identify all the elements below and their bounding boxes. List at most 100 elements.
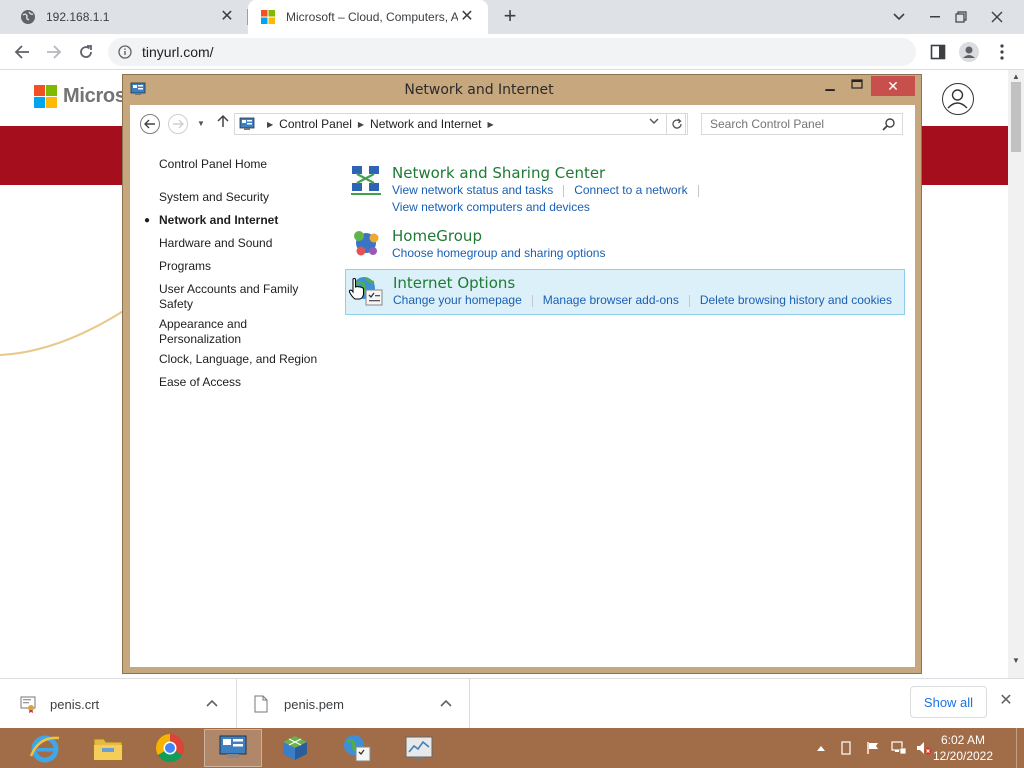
download-item-pem[interactable]: penis.pem — [254, 679, 468, 729]
taskbar: 6:02 AM 12/20/2022 — [0, 728, 1024, 768]
homegroup-icon — [349, 226, 383, 260]
tab-router[interactable]: 192.168.1.1 ✕ — [8, 0, 248, 34]
category-links: View network computers and devices — [392, 200, 590, 214]
address-dropdown-icon[interactable] — [649, 117, 659, 128]
breadcrumb-network-internet[interactable]: Network and Internet — [370, 117, 481, 131]
nav-network-internet[interactable]: ● Network and Internet — [144, 213, 329, 228]
scroll-up-icon[interactable]: ▲ — [1012, 72, 1020, 81]
nav-clock-language[interactable]: Clock, Language, and Region — [159, 352, 329, 367]
nav-control-panel-home[interactable]: Control Panel Home — [159, 157, 329, 172]
control-panel-taskbar-icon[interactable] — [204, 729, 262, 767]
nav-system-security[interactable]: System and Security — [159, 190, 329, 205]
microsoft-squares-icon — [34, 85, 57, 108]
category-title[interactable]: Internet Options — [393, 274, 515, 292]
window-title-bar[interactable]: Network and Internet ▁ ✕ — [123, 75, 921, 105]
breadcrumb-chevron-icon[interactable]: ▶ — [267, 120, 273, 129]
tab-close-icon[interactable]: ✕ — [458, 8, 476, 26]
search-icon[interactable] — [882, 117, 896, 131]
control-panel-window: Network and Internet ▁ ✕ ▼ ▶ Control Pan… — [122, 74, 922, 674]
category-links: Change your homepage Manage browser add-o… — [393, 293, 892, 307]
download-item-crt[interactable]: penis.crt — [20, 679, 234, 729]
restore-icon[interactable] — [943, 0, 979, 34]
tab-title: 192.168.1.1 — [46, 10, 110, 24]
category-title[interactable]: Network and Sharing Center — [392, 164, 605, 182]
nav-hardware-sound[interactable]: Hardware and Sound — [159, 236, 329, 251]
back-button[interactable] — [140, 114, 160, 134]
nav-programs[interactable]: Programs — [159, 259, 329, 274]
tray-tablet-icon[interactable] — [838, 738, 854, 758]
nav-appearance[interactable]: Appearance and Personalization — [159, 317, 269, 347]
back-arrow-icon[interactable] — [10, 40, 34, 64]
tab-close-icon[interactable]: ✕ — [218, 8, 236, 26]
account-avatar-icon[interactable] — [942, 83, 974, 115]
file-explorer-icon[interactable] — [79, 729, 137, 767]
recent-locations-chevron-icon[interactable]: ▼ — [197, 119, 205, 128]
category-homegroup: HomeGroup Choose homegroup and sharing o… — [345, 222, 905, 264]
link-view-network-computers[interactable]: View network computers and devices — [392, 200, 590, 214]
decorative-curve — [0, 307, 129, 356]
system-clock[interactable]: 6:02 AM 12/20/2022 — [930, 732, 996, 764]
window-title: Network and Internet — [404, 82, 554, 98]
file-icon — [254, 695, 270, 713]
show-all-button[interactable]: Show all — [910, 686, 987, 718]
chevron-up-icon[interactable] — [440, 698, 452, 710]
forward-button[interactable] — [168, 114, 188, 134]
active-bullet-icon: ● — [144, 215, 151, 226]
close-window-icon[interactable] — [979, 0, 1015, 34]
tab-search-chevron-icon[interactable] — [881, 0, 917, 34]
link-change-homepage[interactable]: Change your homepage — [393, 293, 522, 307]
network-app-icon[interactable] — [266, 729, 324, 767]
url-text: tinyurl.com/ — [142, 44, 214, 60]
forward-arrow-icon[interactable] — [42, 40, 66, 64]
link-manage-addons[interactable]: Manage browser add-ons — [543, 293, 679, 307]
link-delete-history[interactable]: Delete browsing history and cookies — [700, 293, 892, 307]
window-close-button[interactable]: ✕ — [871, 76, 915, 96]
link-divider — [697, 184, 699, 197]
window-maximize-icon[interactable] — [844, 77, 870, 95]
system-monitor-icon[interactable] — [390, 729, 448, 767]
nav-user-accounts[interactable]: User Accounts and Family Safety — [159, 282, 309, 312]
tab-microsoft[interactable]: Microsoft – Cloud, Computers, Apps & Gam… — [248, 0, 488, 34]
window-minimize-icon[interactable]: ▁ — [817, 77, 843, 95]
category-network-sharing: Network and Sharing Center View network … — [345, 159, 905, 217]
search-control-panel[interactable] — [701, 113, 903, 135]
link-homegroup-options[interactable]: Choose homegroup and sharing options — [392, 246, 605, 260]
breadcrumb-chevron-icon[interactable]: ▶ — [358, 120, 364, 129]
breadcrumb[interactable]: ▶ Control Panel ▶ Network and Internet ▶ — [234, 113, 686, 135]
category-internet-options[interactable]: Internet Options Change your homepage Man… — [345, 269, 905, 315]
search-input[interactable] — [710, 117, 882, 131]
scroll-down-icon[interactable]: ▼ — [1012, 656, 1020, 665]
category-title[interactable]: HomeGroup — [392, 227, 482, 245]
link-divider — [688, 294, 690, 307]
internet-options-taskbar-icon[interactable] — [328, 729, 386, 767]
reload-icon[interactable] — [74, 40, 98, 64]
site-info-icon[interactable] — [118, 45, 132, 59]
profile-avatar-icon[interactable] — [958, 41, 980, 63]
refresh-icon[interactable] — [666, 113, 688, 135]
link-connect-network[interactable]: Connect to a network — [574, 183, 687, 197]
up-arrow-icon[interactable] — [217, 114, 229, 132]
network-status-icon[interactable] — [889, 738, 909, 758]
nav-label: Network and Internet — [159, 213, 279, 227]
microsoft-logo-icon — [260, 9, 276, 25]
more-menu-icon[interactable] — [991, 41, 1013, 63]
globe-icon — [20, 9, 36, 25]
certificate-file-icon — [20, 695, 36, 713]
tab-title: Microsoft – Cloud, Computers, Apps & Gam… — [286, 10, 458, 24]
action-center-flag-icon[interactable] — [864, 738, 882, 758]
address-bar[interactable]: tinyurl.com/ — [108, 38, 916, 66]
side-panel-icon[interactable] — [927, 41, 949, 63]
show-desktop-button[interactable] — [1016, 728, 1024, 768]
tray-overflow-icon[interactable] — [814, 738, 828, 758]
chrome-icon[interactable] — [141, 729, 199, 767]
breadcrumb-control-panel[interactable]: Control Panel — [279, 117, 352, 131]
new-tab-button[interactable]: + — [498, 5, 522, 29]
nav-ease-of-access[interactable]: Ease of Access — [159, 375, 329, 390]
scrollbar-thumb[interactable] — [1011, 82, 1021, 152]
chevron-up-icon[interactable] — [206, 698, 218, 710]
page-scrollbar[interactable]: ▲ ▼ — [1008, 70, 1024, 678]
breadcrumb-chevron-icon[interactable]: ▶ — [487, 120, 493, 129]
link-view-network-status[interactable]: View network status and tasks — [392, 183, 553, 197]
close-downloads-icon[interactable]: ✕ — [997, 692, 1015, 710]
internet-explorer-icon[interactable] — [16, 729, 74, 767]
